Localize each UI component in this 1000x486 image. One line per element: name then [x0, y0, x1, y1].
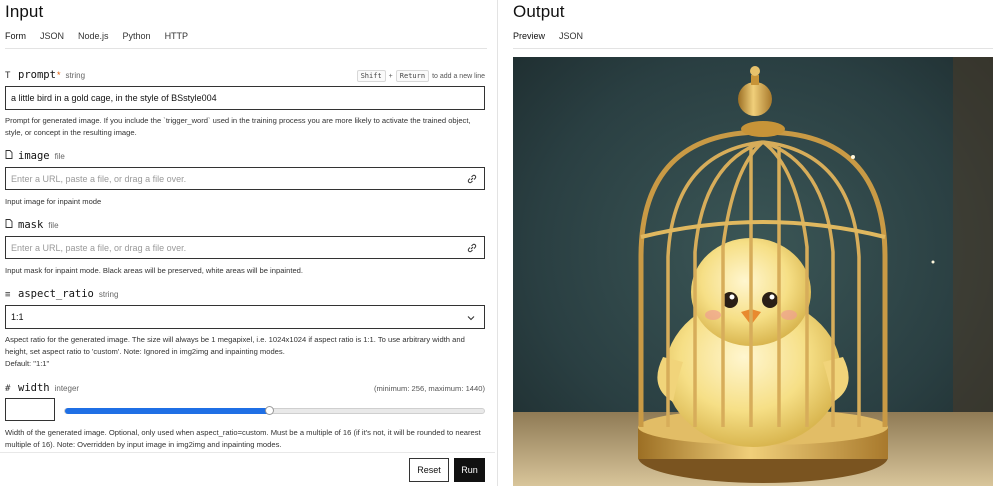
hint-plus: + [388, 72, 393, 80]
aspect-ratio-description: Aspect ratio for the generated image. Th… [5, 335, 465, 356]
newline-hint: Shift + Return to add a new line [356, 70, 485, 82]
pane-divider [497, 0, 498, 486]
hash-icon: # [5, 384, 11, 394]
mask-description: Input mask for inpaint mode. Black areas… [5, 266, 303, 275]
image-name: image [18, 150, 50, 162]
run-button[interactable]: Run [454, 458, 485, 482]
tab-python[interactable]: Python [123, 31, 151, 49]
mask-name: mask [18, 219, 44, 231]
mask-label: mask file [5, 219, 59, 231]
required-mark: * [56, 70, 61, 80]
width-range: (minimum: 256, maximum: 1440) [374, 384, 485, 393]
image-description: Input image for inpaint mode [5, 197, 102, 206]
mask-placeholder: Enter a URL, paste a file, or drag a fil… [11, 242, 187, 253]
tab-nodejs[interactable]: Node.js [78, 31, 109, 49]
width-input[interactable] [5, 398, 55, 421]
aspect-ratio-default: Default: "1:1" [5, 359, 50, 368]
prompt-name: prompt [18, 69, 56, 81]
output-title: Output [513, 2, 565, 21]
list-icon: ≡ [5, 290, 11, 300]
tabs-divider [5, 48, 487, 49]
return-key: Return [395, 70, 430, 82]
prompt-type: string [65, 71, 86, 80]
tab-preview[interactable]: Preview [513, 31, 546, 49]
prompt-input[interactable]: a little bird in a gold cage, in the sty… [5, 86, 485, 110]
image-type: file [54, 152, 65, 161]
width-slider-thumb[interactable] [265, 406, 275, 415]
file-icon [5, 150, 13, 162]
reset-button[interactable]: Reset [409, 458, 449, 482]
input-title: Input [5, 2, 44, 21]
tab-json[interactable]: JSON [40, 31, 64, 49]
width-description: Width of the generated image. Optional, … [5, 428, 481, 449]
tab-form[interactable]: Form [5, 31, 26, 49]
width-name: width [18, 382, 50, 394]
aspect-ratio-type: string [98, 290, 119, 299]
image-placeholder: Enter a URL, paste a file, or drag a fil… [11, 173, 187, 184]
width-slider-fill [65, 408, 271, 414]
prompt-label: T prompt * string [5, 69, 85, 81]
image-input[interactable]: Enter a URL, paste a file, or drag a fil… [5, 167, 485, 190]
output-tabs: Preview JSON [513, 31, 597, 49]
mask-input[interactable]: Enter a URL, paste a file, or drag a fil… [5, 236, 485, 259]
mask-type: file [48, 221, 59, 230]
input-pane: Input Form JSON Node.js Python HTTP T pr… [0, 0, 495, 486]
aspect-ratio-label: ≡ aspect_ratio string [5, 288, 118, 300]
output-tabs-divider [513, 48, 993, 49]
width-type: integer [54, 384, 80, 393]
aspect-ratio-value: 1:1 [11, 312, 24, 322]
output-pane: Output Preview JSON [505, 0, 1000, 486]
text-icon: T [5, 71, 11, 81]
prompt-description: Prompt for generated image. If you inclu… [5, 116, 471, 137]
aspect-ratio-name: aspect_ratio [18, 288, 94, 300]
tab-http[interactable]: HTTP [165, 31, 189, 49]
width-slider[interactable] [64, 406, 485, 415]
bird-in-cage-image [513, 57, 993, 486]
upload-link-icon[interactable] [466, 173, 478, 185]
input-tabs: Form JSON Node.js Python HTTP [5, 31, 202, 49]
upload-link-icon[interactable] [466, 242, 478, 254]
chevron-down-icon [467, 316, 475, 321]
tab-output-json[interactable]: JSON [559, 31, 583, 49]
image-label: image file [5, 150, 65, 162]
hint-text: to add a new line [432, 72, 485, 80]
shift-key: Shift [356, 70, 386, 82]
aspect-ratio-select[interactable]: 1:1 [5, 305, 485, 329]
width-label: # width integer [5, 382, 79, 394]
file-icon [5, 219, 13, 231]
prompt-value: a little bird in a gold cage, in the sty… [11, 93, 217, 103]
output-image[interactable] [513, 57, 993, 486]
